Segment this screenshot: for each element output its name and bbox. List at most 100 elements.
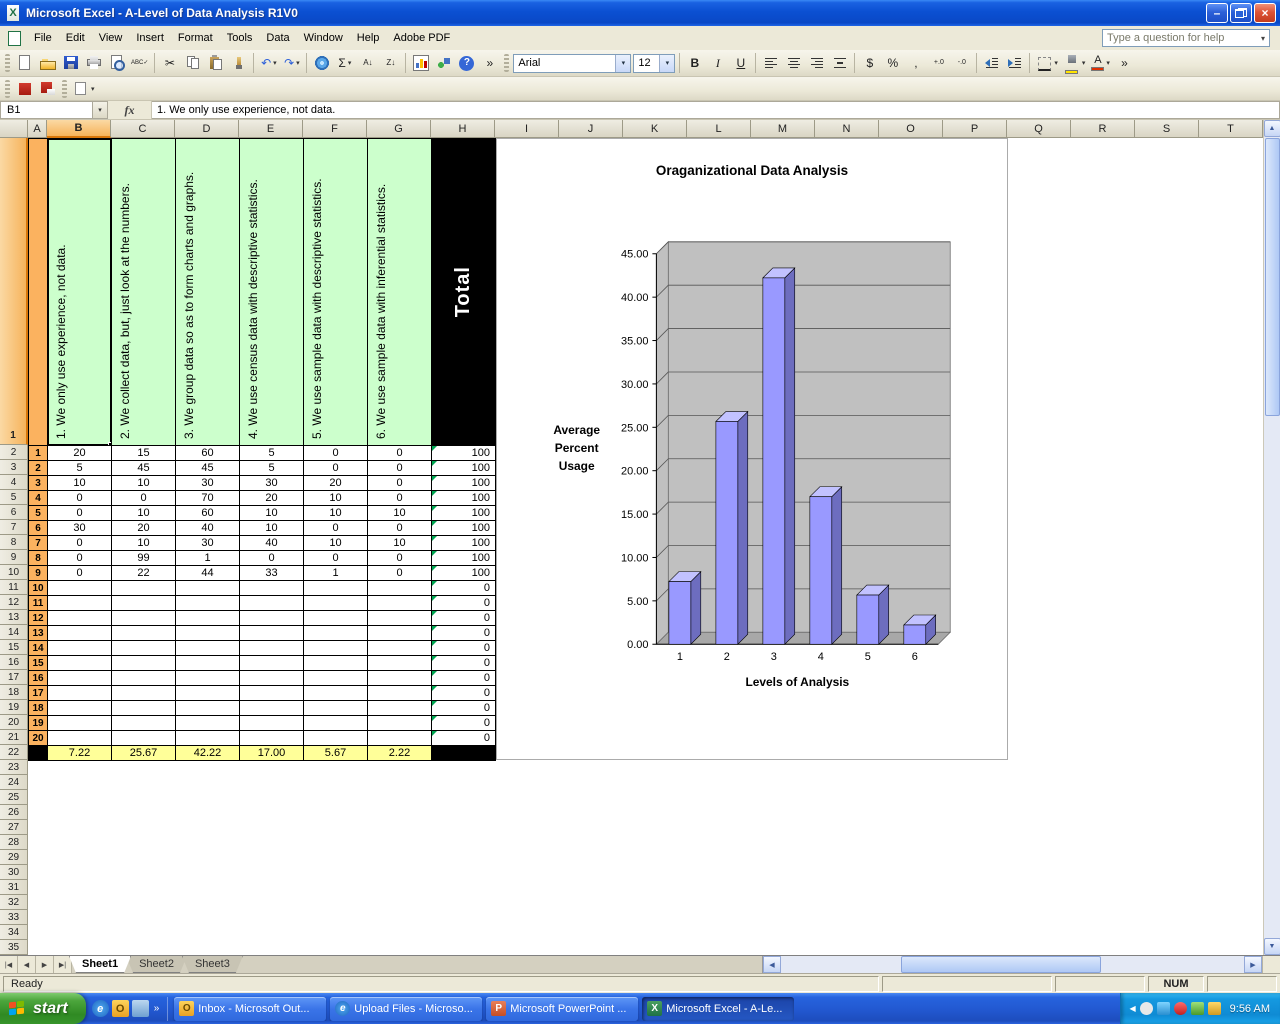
- row-header-10[interactable]: 10: [0, 565, 28, 580]
- value-cell[interactable]: [112, 596, 176, 611]
- column-header-O[interactable]: O: [879, 120, 943, 138]
- column-header-K[interactable]: K: [623, 120, 687, 138]
- row-header-9[interactable]: 9: [0, 550, 28, 565]
- value-cell[interactable]: [240, 671, 304, 686]
- row-header-2[interactable]: 2: [0, 445, 28, 460]
- value-cell[interactable]: 0: [304, 521, 368, 536]
- row-id-cell-17[interactable]: 17: [29, 686, 48, 701]
- value-cell[interactable]: 10: [304, 506, 368, 521]
- chart-bar-3[interactable]: [762, 277, 786, 645]
- value-cell[interactable]: [368, 701, 432, 716]
- row-header-25[interactable]: 25: [0, 790, 28, 805]
- name-box-dropdown[interactable]: ▾: [92, 101, 108, 119]
- value-cell[interactable]: 10: [240, 506, 304, 521]
- value-cell[interactable]: 0: [304, 446, 368, 461]
- total-cell[interactable]: 100: [432, 506, 496, 521]
- column-header-G[interactable]: G: [367, 120, 431, 138]
- row-header-8[interactable]: 8: [0, 535, 28, 550]
- cell-D1[interactable]: 3. We group data so as to form charts an…: [176, 139, 240, 446]
- value-cell[interactable]: 0: [48, 491, 112, 506]
- menu-window[interactable]: Window: [297, 28, 350, 48]
- cell-A1[interactable]: [29, 139, 48, 446]
- tray-icon-update[interactable]: [1190, 1002, 1204, 1015]
- undo-button[interactable]: ↶ ▾: [257, 52, 280, 74]
- value-cell[interactable]: 44: [176, 566, 240, 581]
- toolbar-grip[interactable]: [5, 54, 10, 72]
- value-cell[interactable]: 22: [112, 566, 176, 581]
- average-cell[interactable]: 5.67: [304, 746, 368, 761]
- row-header-17[interactable]: 17: [0, 670, 28, 685]
- column-header-J[interactable]: J: [559, 120, 623, 138]
- value-cell[interactable]: [112, 671, 176, 686]
- value-cell[interactable]: 20: [112, 521, 176, 536]
- value-cell[interactable]: [304, 656, 368, 671]
- minimize-button[interactable]: –: [1206, 3, 1228, 23]
- menu-tools[interactable]: Tools: [220, 28, 260, 48]
- row-header-14[interactable]: 14: [0, 625, 28, 640]
- total-cell[interactable]: 100: [432, 476, 496, 491]
- row-id-cell-6[interactable]: 6: [29, 521, 48, 536]
- merge-center-button[interactable]: [828, 52, 851, 74]
- drawing-button[interactable]: [432, 52, 455, 74]
- column-header-T[interactable]: T: [1199, 120, 1263, 138]
- value-cell[interactable]: 0: [48, 566, 112, 581]
- value-cell[interactable]: [304, 596, 368, 611]
- value-cell[interactable]: 10: [240, 521, 304, 536]
- sort-ascending-button[interactable]: A↓: [356, 52, 379, 74]
- value-cell[interactable]: 20: [48, 446, 112, 461]
- row-header-12[interactable]: 12: [0, 595, 28, 610]
- cell-F1[interactable]: 5. We use sample data with descriptive s…: [304, 139, 368, 446]
- close-button[interactable]: ×: [1254, 3, 1276, 23]
- total-cell[interactable]: 0: [432, 581, 496, 596]
- value-cell[interactable]: [112, 641, 176, 656]
- value-cell[interactable]: 15: [112, 446, 176, 461]
- vertical-scrollbar[interactable]: ▲ ▼: [1263, 120, 1280, 955]
- row-header-27[interactable]: 27: [0, 820, 28, 835]
- value-cell[interactable]: 0: [48, 536, 112, 551]
- last-sheet-button[interactable]: ▶|: [54, 956, 72, 973]
- value-cell[interactable]: [48, 656, 112, 671]
- value-cell[interactable]: 0: [368, 476, 432, 491]
- row-header-15[interactable]: 15: [0, 640, 28, 655]
- quick-launch-chevron-icon[interactable]: »: [152, 1003, 162, 1014]
- row-header-33[interactable]: 33: [0, 910, 28, 925]
- row-id-cell-2[interactable]: 2: [29, 461, 48, 476]
- format-painter-button[interactable]: [227, 52, 250, 74]
- value-cell[interactable]: 5: [240, 446, 304, 461]
- value-cell[interactable]: [368, 611, 432, 626]
- value-cell[interactable]: [176, 686, 240, 701]
- total-cell[interactable]: 0: [432, 731, 496, 746]
- row-header-35[interactable]: 35: [0, 940, 28, 955]
- scroll-right-button[interactable]: ▶: [1244, 956, 1262, 973]
- row-id-cell-11[interactable]: 11: [29, 596, 48, 611]
- row-header-1[interactable]: 1: [0, 138, 28, 445]
- value-cell[interactable]: 5: [240, 461, 304, 476]
- value-cell[interactable]: [240, 626, 304, 641]
- taskbar-task-outlook[interactable]: O Inbox - Microsoft Out...: [174, 996, 327, 1021]
- value-cell[interactable]: 45: [176, 461, 240, 476]
- value-cell[interactable]: 45: [112, 461, 176, 476]
- value-cell[interactable]: 70: [176, 491, 240, 506]
- borders-button[interactable]: ▾: [1033, 52, 1061, 74]
- insert-function-button[interactable]: fx: [108, 101, 152, 119]
- value-cell[interactable]: [48, 611, 112, 626]
- value-cell[interactable]: [368, 686, 432, 701]
- row-header-23[interactable]: 23: [0, 760, 28, 775]
- align-right-button[interactable]: [805, 52, 828, 74]
- column-header-E[interactable]: E: [239, 120, 303, 138]
- adobe-review-button[interactable]: ▾: [70, 78, 98, 100]
- value-cell[interactable]: [240, 716, 304, 731]
- value-cell[interactable]: [240, 686, 304, 701]
- chevron-down-icon[interactable]: ▾: [1054, 59, 1058, 67]
- value-cell[interactable]: [240, 656, 304, 671]
- cell-G1[interactable]: 6. We use sample data with inferential s…: [368, 139, 432, 446]
- toolbar-grip[interactable]: [504, 54, 510, 72]
- select-all-corner[interactable]: [0, 120, 28, 138]
- row-id-cell-19[interactable]: 19: [29, 716, 48, 731]
- tray-icon-volume[interactable]: [1139, 1002, 1153, 1015]
- taskbar-task-powerpoint[interactable]: P Microsoft PowerPoint ...: [486, 996, 639, 1021]
- row-header-31[interactable]: 31: [0, 880, 28, 895]
- value-cell[interactable]: [368, 581, 432, 596]
- value-cell[interactable]: [240, 731, 304, 746]
- underline-button[interactable]: U: [729, 52, 752, 74]
